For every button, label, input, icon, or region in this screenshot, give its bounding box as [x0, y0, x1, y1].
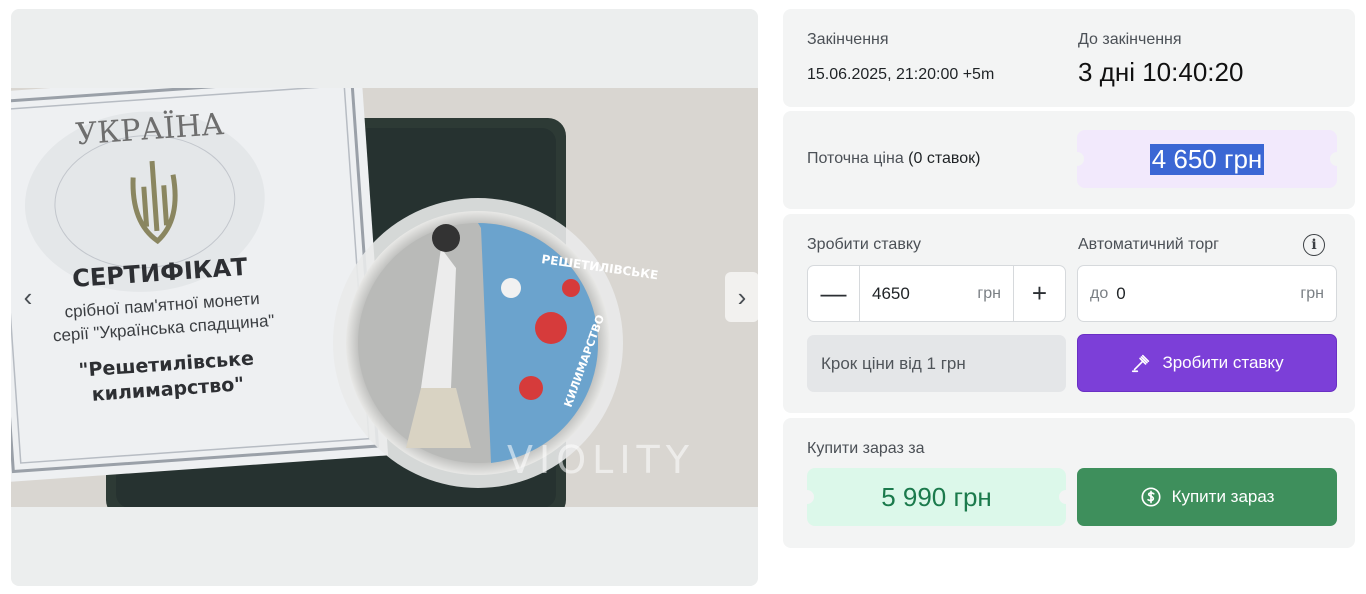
chevron-left-icon: ‹ — [23, 281, 33, 312]
buy-now-button-label: Купити зараз — [1171, 487, 1275, 506]
bid-panel: Зробити ставку Автоматичний торг i — 465… — [783, 214, 1355, 413]
current-price-value: 4 650 грн — [1149, 143, 1265, 175]
auto-bid-currency-unit: грн — [1300, 284, 1324, 302]
current-price-panel: Поточна ціна (0 ставок) 4 650 грн — [783, 111, 1355, 209]
buy-now-button[interactable]: Купити зараз — [1077, 468, 1337, 526]
bid-currency-unit: грн — [977, 284, 1001, 302]
ending-label: Закінчення — [807, 31, 889, 48]
bid-amount-input[interactable]: 4650 — [860, 266, 977, 321]
remaining-label: До закінчення — [1078, 31, 1182, 48]
buy-now-price: 5 990 грн — [881, 481, 992, 512]
current-price-ticket: 4 650 грн — [1070, 130, 1344, 188]
buy-now-panel: Купити зараз за 5 990 грн Купити зараз — [783, 418, 1355, 548]
buy-now-price-ticket: 5 990 грн — [800, 468, 1073, 526]
bid-count: (0 ставок) — [908, 150, 981, 167]
dollar-coin-icon — [1140, 486, 1162, 508]
info-icon[interactable]: i — [1303, 234, 1325, 256]
auto-bid-input[interactable]: до 0 грн — [1077, 265, 1337, 322]
gavel-icon — [1130, 352, 1152, 374]
bid-amount-stepper: — 4650 грн + — [807, 265, 1066, 322]
current-price-label-text: Поточна ціна — [807, 150, 904, 167]
ending-panel: Закінчення 15.06.2025, 21:20:00 +5m До з… — [783, 9, 1355, 107]
decrement-button[interactable]: — — [808, 266, 860, 321]
auto-bid-label: Автоматичний торг — [1078, 236, 1219, 253]
countdown-timer: 3 дні 10:40:20 — [1078, 57, 1244, 87]
price-step-info: Крок ціни від 1 грн — [807, 335, 1066, 392]
gallery-prev-button[interactable]: ‹ — [11, 272, 45, 322]
increment-button[interactable]: + — [1013, 266, 1065, 321]
auto-bid-prefix: до — [1090, 284, 1109, 302]
current-price-label: Поточна ціна (0 ставок) — [807, 150, 980, 168]
gallery-next-button[interactable]: › — [725, 272, 758, 322]
lot-photo[interactable]: УКРАЇНА СЕРТИФІКАТ срібної пам'ятної мон… — [11, 88, 758, 507]
coin-photo-illustration: УКРАЇНА СЕРТИФІКАТ срібної пам'ятної мон… — [11, 88, 758, 507]
auto-bid-value[interactable]: 0 — [1116, 284, 1300, 304]
chevron-right-icon: › — [737, 281, 747, 312]
place-bid-label: Зробити ставку — [1162, 353, 1284, 372]
watermark-text: VIOLITY — [507, 438, 695, 482]
image-gallery: УКРАЇНА СЕРТИФІКАТ срібної пам'ятної мон… — [11, 9, 758, 586]
buy-now-label: Купити зараз за — [807, 440, 925, 457]
minus-icon: — — [820, 278, 847, 308]
plus-icon: + — [1031, 278, 1048, 308]
bid-label: Зробити ставку — [807, 236, 921, 253]
ending-date: 15.06.2025, 21:20:00 +5m — [807, 66, 995, 83]
place-bid-button[interactable]: Зробити ставку — [1077, 334, 1337, 392]
